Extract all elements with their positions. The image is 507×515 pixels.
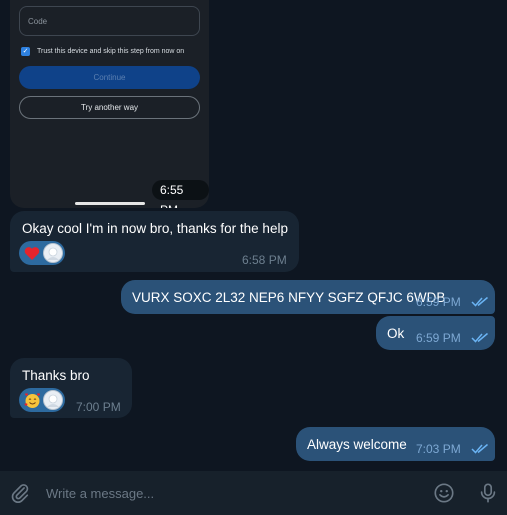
code-field: [19, 6, 200, 36]
read-ticks-icon: [471, 332, 488, 343]
continue-button: Continue: [19, 66, 200, 89]
image-message[interactable]: ✓ Trust this device and skip this step f…: [10, 0, 209, 208]
message-input[interactable]: [46, 483, 406, 503]
chat-history[interactable]: ✓ Trust this device and skip this step f…: [0, 0, 507, 471]
message-text: VURX SOXC 2L32 NEP6 NFYY SGFZ QFJC 6WDB: [132, 290, 446, 305]
reactions-pill[interactable]: [19, 241, 65, 265]
home-indicator: [75, 202, 145, 205]
message-bubble-outgoing[interactable]: Ok 6:59 PM: [376, 316, 495, 350]
message-bubble-incoming[interactable]: Okay cool I'm in now bro, thanks for the…: [10, 211, 299, 272]
reactor-avatar: [43, 390, 63, 410]
heart-reaction-icon: [23, 244, 41, 262]
message-text: Always welcome: [307, 437, 407, 452]
message-timestamp: 6:59 PM: [416, 331, 461, 345]
message-text: Thanks bro: [22, 368, 90, 383]
trust-device-label: Trust this device and skip this step fro…: [37, 48, 185, 55]
message-composer: [0, 471, 507, 515]
message-timestamp: 6:59 PM: [416, 295, 461, 309]
smiling-face-with-hearts-icon: [23, 391, 41, 409]
message-text: Ok: [387, 326, 405, 341]
paperclip-icon[interactable]: [8, 481, 32, 505]
trust-device-row: ✓ Trust this device and skip this step f…: [21, 47, 184, 56]
read-ticks-icon: [471, 443, 488, 454]
message-timestamp: 6:58 PM: [242, 253, 287, 267]
message-bubble-outgoing[interactable]: VURX SOXC 2L32 NEP6 NFYY SGFZ QFJC 6WDB …: [121, 280, 495, 314]
image-timestamp: 6:55 PM: [152, 180, 209, 208]
checkbox-checked-icon: ✓: [21, 47, 30, 56]
code-input: [28, 13, 188, 29]
microphone-icon[interactable]: [476, 481, 500, 505]
message-timestamp: 7:00 PM: [76, 400, 121, 414]
message-timestamp: 7:03 PM: [416, 442, 461, 456]
try-another-way-button: Try another way: [19, 96, 200, 119]
read-ticks-icon: [471, 296, 488, 307]
reactor-avatar: [43, 243, 63, 263]
message-bubble-outgoing[interactable]: Always welcome 7:03 PM: [296, 427, 495, 461]
message-bubble-incoming[interactable]: Thanks bro 7:00 PM: [10, 358, 132, 418]
message-text: Okay cool I'm in now bro, thanks for the…: [22, 221, 288, 236]
reactions-pill[interactable]: [19, 388, 65, 412]
emoji-icon[interactable]: [432, 481, 456, 505]
